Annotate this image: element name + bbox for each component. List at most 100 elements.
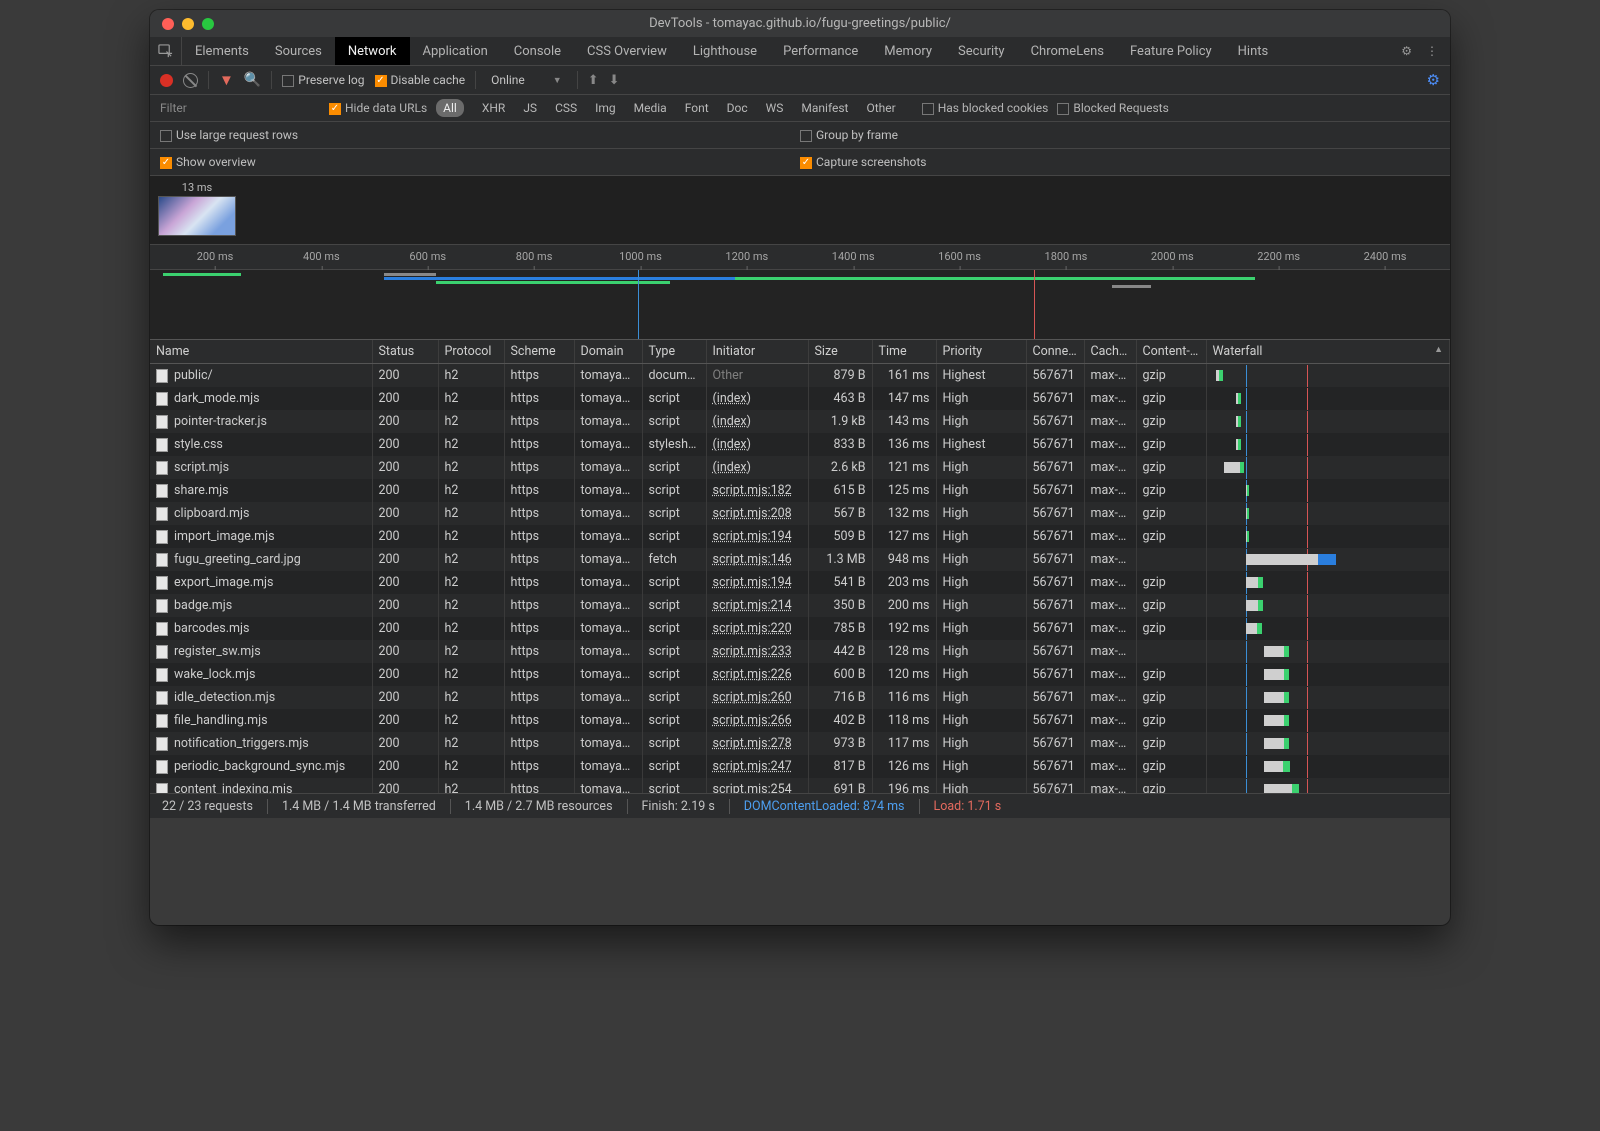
initiator-link[interactable]: script.mjs:182: [713, 483, 792, 498]
initiator-link[interactable]: script.mjs:208: [713, 506, 792, 521]
more-icon[interactable]: ⋮: [1426, 44, 1438, 58]
timeline-ruler[interactable]: 200 ms400 ms600 ms800 ms1000 ms1200 ms14…: [150, 245, 1450, 270]
tab-chromelens[interactable]: ChromeLens: [1018, 37, 1117, 65]
initiator-link[interactable]: (index): [713, 414, 751, 429]
filter-type-js[interactable]: JS: [523, 101, 537, 115]
screenshot-thumb[interactable]: 13 ms: [158, 181, 236, 236]
col-name[interactable]: Name: [150, 340, 372, 364]
col-time[interactable]: Time: [872, 340, 936, 364]
filter-icon[interactable]: ▼: [219, 71, 234, 89]
capture-screenshots-checkbox[interactable]: Capture screenshots: [800, 155, 926, 169]
tab-lighthouse[interactable]: Lighthouse: [680, 37, 770, 65]
table-row[interactable]: share.mjs200h2httpstomayac…scriptscript.…: [150, 479, 1450, 502]
table-row[interactable]: clipboard.mjs200h2httpstomayac…scriptscr…: [150, 502, 1450, 525]
initiator-link[interactable]: script.mjs:194: [713, 529, 792, 544]
tab-sources[interactable]: Sources: [262, 37, 335, 65]
table-row[interactable]: style.css200h2httpstomayac…stylesheet(in…: [150, 433, 1450, 456]
disable-cache-checkbox[interactable]: Disable cache: [375, 73, 466, 87]
table-row[interactable]: badge.mjs200h2httpstomayac…scriptscript.…: [150, 594, 1450, 617]
blocked-requests-checkbox[interactable]: Blocked Requests: [1057, 101, 1168, 115]
filter-type-all[interactable]: All: [436, 99, 464, 117]
initiator-link[interactable]: script.mjs:214: [713, 598, 792, 613]
table-row[interactable]: import_image.mjs200h2httpstomayac…script…: [150, 525, 1450, 548]
col-content[interactable]: Content-…: [1136, 340, 1206, 364]
filter-type-css[interactable]: CSS: [555, 101, 577, 115]
settings-icon[interactable]: ⚙: [1401, 44, 1412, 58]
initiator-link[interactable]: (index): [713, 437, 751, 452]
col-scheme[interactable]: Scheme: [504, 340, 574, 364]
table-row[interactable]: pointer-tracker.js200h2httpstomayac…scri…: [150, 410, 1450, 433]
search-icon[interactable]: 🔍: [244, 72, 261, 88]
show-overview-checkbox[interactable]: Show overview: [160, 155, 256, 169]
filter-type-font[interactable]: Font: [685, 101, 709, 115]
tab-hints[interactable]: Hints: [1225, 37, 1282, 65]
clear-button[interactable]: [183, 73, 198, 88]
table-row[interactable]: script.mjs200h2httpstomayac…script(index…: [150, 456, 1450, 479]
initiator-link[interactable]: script.mjs:194: [713, 575, 792, 590]
minimize-window-button[interactable]: [182, 18, 194, 30]
col-domain[interactable]: Domain: [574, 340, 642, 364]
filter-type-img[interactable]: Img: [595, 101, 616, 115]
col-conne[interactable]: Conne…: [1026, 340, 1084, 364]
col-cach[interactable]: Cach…: [1084, 340, 1136, 364]
table-row[interactable]: wake_lock.mjs200h2httpstomayac…scriptscr…: [150, 663, 1450, 686]
hide-data-urls-checkbox[interactable]: Hide data URLs: [329, 101, 427, 115]
table-row[interactable]: periodic_background_sync.mjs200h2httpsto…: [150, 755, 1450, 778]
filter-type-doc[interactable]: Doc: [727, 101, 748, 115]
initiator-link[interactable]: script.mjs:260: [713, 690, 792, 705]
table-row[interactable]: notification_triggers.mjs200h2httpstomay…: [150, 732, 1450, 755]
record-button[interactable]: [160, 74, 173, 87]
table-row[interactable]: register_sw.mjs200h2httpstomayac…scripts…: [150, 640, 1450, 663]
filter-type-ws[interactable]: WS: [766, 101, 784, 115]
table-row[interactable]: public/200h2httpstomayac…documentOther87…: [150, 364, 1450, 388]
tab-memory[interactable]: Memory: [871, 37, 945, 65]
filter-type-media[interactable]: Media: [634, 101, 667, 115]
upload-har-icon[interactable]: ⬆: [588, 73, 599, 88]
col-initiator[interactable]: Initiator: [706, 340, 808, 364]
col-protocol[interactable]: Protocol: [438, 340, 504, 364]
group-frame-checkbox[interactable]: Group by frame: [800, 128, 898, 142]
initiator-link[interactable]: (index): [713, 391, 751, 406]
col-type[interactable]: Type: [642, 340, 706, 364]
tab-network[interactable]: Network: [335, 37, 410, 65]
initiator-link[interactable]: script.mjs:226: [713, 667, 792, 682]
table-row[interactable]: export_image.mjs200h2httpstomayac…script…: [150, 571, 1450, 594]
col-size[interactable]: Size: [808, 340, 872, 364]
initiator-link[interactable]: script.mjs:220: [713, 621, 792, 636]
blocked-cookies-checkbox[interactable]: Has blocked cookies: [922, 101, 1049, 115]
filter-type-xhr[interactable]: XHR: [482, 101, 505, 115]
initiator-link[interactable]: script.mjs:266: [713, 713, 792, 728]
close-window-button[interactable]: [162, 18, 174, 30]
initiator-link[interactable]: script.mjs:254: [713, 782, 792, 793]
table-row[interactable]: file_handling.mjs200h2httpstomayac…scrip…: [150, 709, 1450, 732]
table-row[interactable]: barcodes.mjs200h2httpstomayac…scriptscri…: [150, 617, 1450, 640]
table-row[interactable]: dark_mode.mjs200h2httpstomayac…script(in…: [150, 387, 1450, 410]
table-row[interactable]: content_indexing.mjs200h2httpstomayac…sc…: [150, 778, 1450, 793]
initiator-link[interactable]: script.mjs:247: [713, 759, 792, 774]
filter-input[interactable]: Filter: [160, 101, 320, 115]
download-har-icon[interactable]: ⬇: [609, 73, 620, 88]
initiator-link[interactable]: script.mjs:278: [713, 736, 792, 751]
large-rows-checkbox[interactable]: Use large request rows: [160, 128, 298, 142]
initiator-link[interactable]: script.mjs:146: [713, 552, 792, 567]
tab-performance[interactable]: Performance: [770, 37, 871, 65]
col-waterfall[interactable]: Waterfall▲: [1206, 340, 1450, 364]
initiator-link[interactable]: script.mjs:233: [713, 644, 792, 659]
table-row[interactable]: fugu_greeting_card.jpg200h2httpstomayac……: [150, 548, 1450, 571]
col-status[interactable]: Status: [372, 340, 438, 364]
inspect-element-icon[interactable]: [150, 37, 182, 65]
table-row[interactable]: idle_detection.mjs200h2httpstomayac…scri…: [150, 686, 1450, 709]
tab-security[interactable]: Security: [945, 37, 1018, 65]
tab-css-overview[interactable]: CSS Overview: [574, 37, 680, 65]
maximize-window-button[interactable]: [202, 18, 214, 30]
preserve-log-checkbox[interactable]: Preserve log: [282, 73, 364, 87]
filter-type-manifest[interactable]: Manifest: [801, 101, 848, 115]
filter-type-other[interactable]: Other: [866, 101, 895, 115]
tab-console[interactable]: Console: [501, 37, 574, 65]
timeline-overview[interactable]: [150, 270, 1450, 340]
tab-elements[interactable]: Elements: [182, 37, 262, 65]
network-grid[interactable]: NameStatusProtocolSchemeDomainTypeInitia…: [150, 340, 1450, 793]
col-priority[interactable]: Priority: [936, 340, 1026, 364]
initiator-link[interactable]: (index): [713, 460, 751, 475]
network-settings-icon[interactable]: ⚙: [1427, 71, 1440, 89]
